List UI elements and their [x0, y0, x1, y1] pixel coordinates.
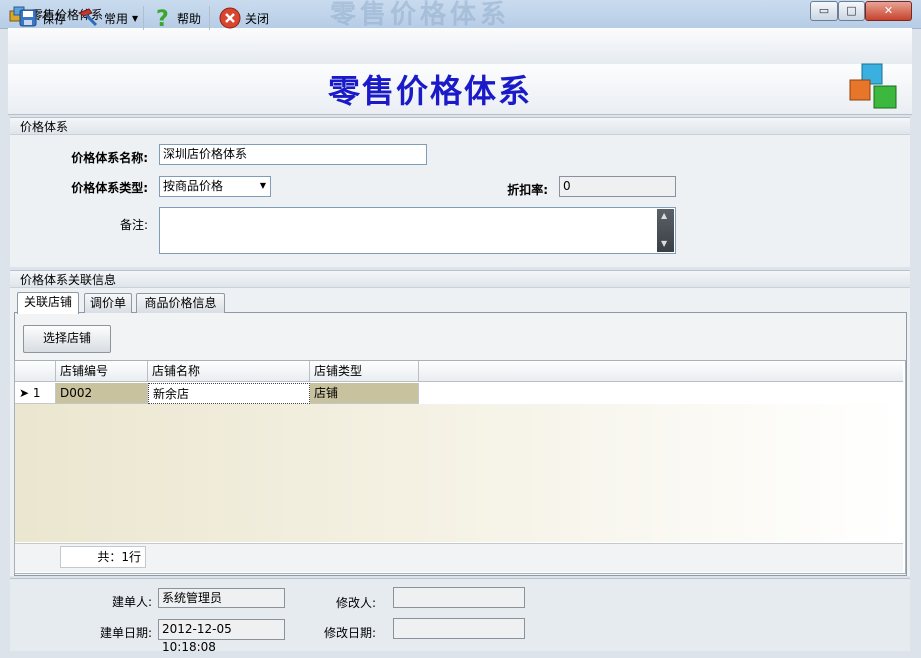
discount-rate-input[interactable]: 0 — [559, 176, 676, 197]
minimize-button[interactable]: ▭ — [810, 1, 838, 21]
save-label: 保存 — [42, 11, 67, 26]
cell-store-code[interactable]: D002 — [56, 383, 148, 404]
close-label: 关闭 — [245, 11, 270, 26]
grid-row-header-corner — [15, 361, 56, 382]
creator-label: 建单人: — [111, 595, 152, 609]
row-pointer-icon: ➤ — [19, 386, 30, 400]
column-header-store-name[interactable]: 店铺名称 — [148, 361, 310, 382]
remark-textarea[interactable] — [159, 207, 676, 254]
remark-label: 备注: — [119, 218, 148, 232]
cell-store-type[interactable]: 店铺 — [310, 383, 419, 404]
discount-label: 折扣率: — [507, 183, 548, 197]
window-close-button[interactable]: ✕ — [865, 1, 912, 21]
scroll-down-icon[interactable]: ▼ — [661, 239, 667, 248]
row-count: 共：1行 — [60, 546, 146, 568]
created-date-field: 2012-12-05 10:18:08 — [158, 619, 285, 654]
svg-text:?: ? — [156, 7, 169, 29]
chevron-down-icon: ▼ — [259, 181, 266, 190]
help-button[interactable]: ? 帮助 — [153, 6, 201, 30]
maximize-button[interactable]: □ — [838, 1, 865, 21]
toolbar-separator — [143, 6, 144, 30]
price-system-section-header: 价格体系 — [10, 117, 910, 135]
save-button[interactable]: 保存 — [18, 6, 66, 30]
window-ghost-title: 零售价格体系 — [330, 0, 511, 30]
remark-scrollbar[interactable]: ▲ ▼ — [657, 209, 674, 252]
cell-store-name[interactable]: 新余店 — [148, 383, 310, 404]
type-label: 价格体系类型: — [71, 181, 148, 195]
scroll-up-icon[interactable]: ▲ — [661, 211, 667, 220]
modified-date-field — [393, 618, 525, 639]
chevron-down-icon: ▼ — [132, 13, 139, 23]
toolbar — [8, 28, 912, 65]
column-header-store-code[interactable]: 店铺编号 — [56, 361, 148, 382]
help-label: 帮助 — [177, 11, 202, 26]
tab-price-adjustment[interactable]: 调价单 — [84, 293, 132, 313]
help-icon: ? — [156, 7, 169, 29]
column-header-store-type[interactable]: 店铺类型 — [310, 361, 419, 382]
close-icon — [219, 7, 241, 29]
type-select-value: 按商品价格 — [163, 179, 224, 193]
save-icon — [19, 9, 37, 27]
price-system-name-input[interactable]: 深圳店价格体系 — [159, 144, 427, 165]
grid-footer — [15, 543, 903, 572]
table-row-indicator[interactable]: ➤ 1 — [15, 383, 56, 404]
creator-field: 系统管理员 — [158, 588, 285, 608]
tab-product-price-info[interactable]: 商品价格信息 — [136, 293, 225, 313]
modifier-field — [393, 587, 525, 608]
related-info-section-header: 价格体系关联信息 — [10, 270, 910, 288]
created-date-label: 建单日期: — [99, 626, 152, 640]
column-header-filler — [419, 361, 903, 382]
row-index: 1 — [32, 386, 41, 400]
common-label: 常用 — [104, 11, 129, 26]
tab-related-stores[interactable]: 关联店铺 — [17, 292, 79, 314]
toolbar-separator — [209, 6, 210, 30]
hammer-icon — [77, 8, 98, 27]
close-button[interactable]: 关闭 — [219, 6, 269, 30]
page-title: 零售价格体系 — [327, 72, 532, 110]
modified-date-label: 修改日期: — [323, 626, 376, 640]
modifier-label: 修改人: — [335, 596, 376, 610]
select-store-button[interactable]: 选择店铺 — [23, 325, 111, 353]
grid-body — [15, 404, 903, 542]
price-system-type-select[interactable]: 按商品价格 ▼ — [159, 176, 271, 197]
common-menu-button[interactable]: 常用 ▼ — [76, 6, 138, 30]
name-label: 价格体系名称: — [71, 151, 148, 165]
cubes-logo-icon — [849, 63, 897, 109]
